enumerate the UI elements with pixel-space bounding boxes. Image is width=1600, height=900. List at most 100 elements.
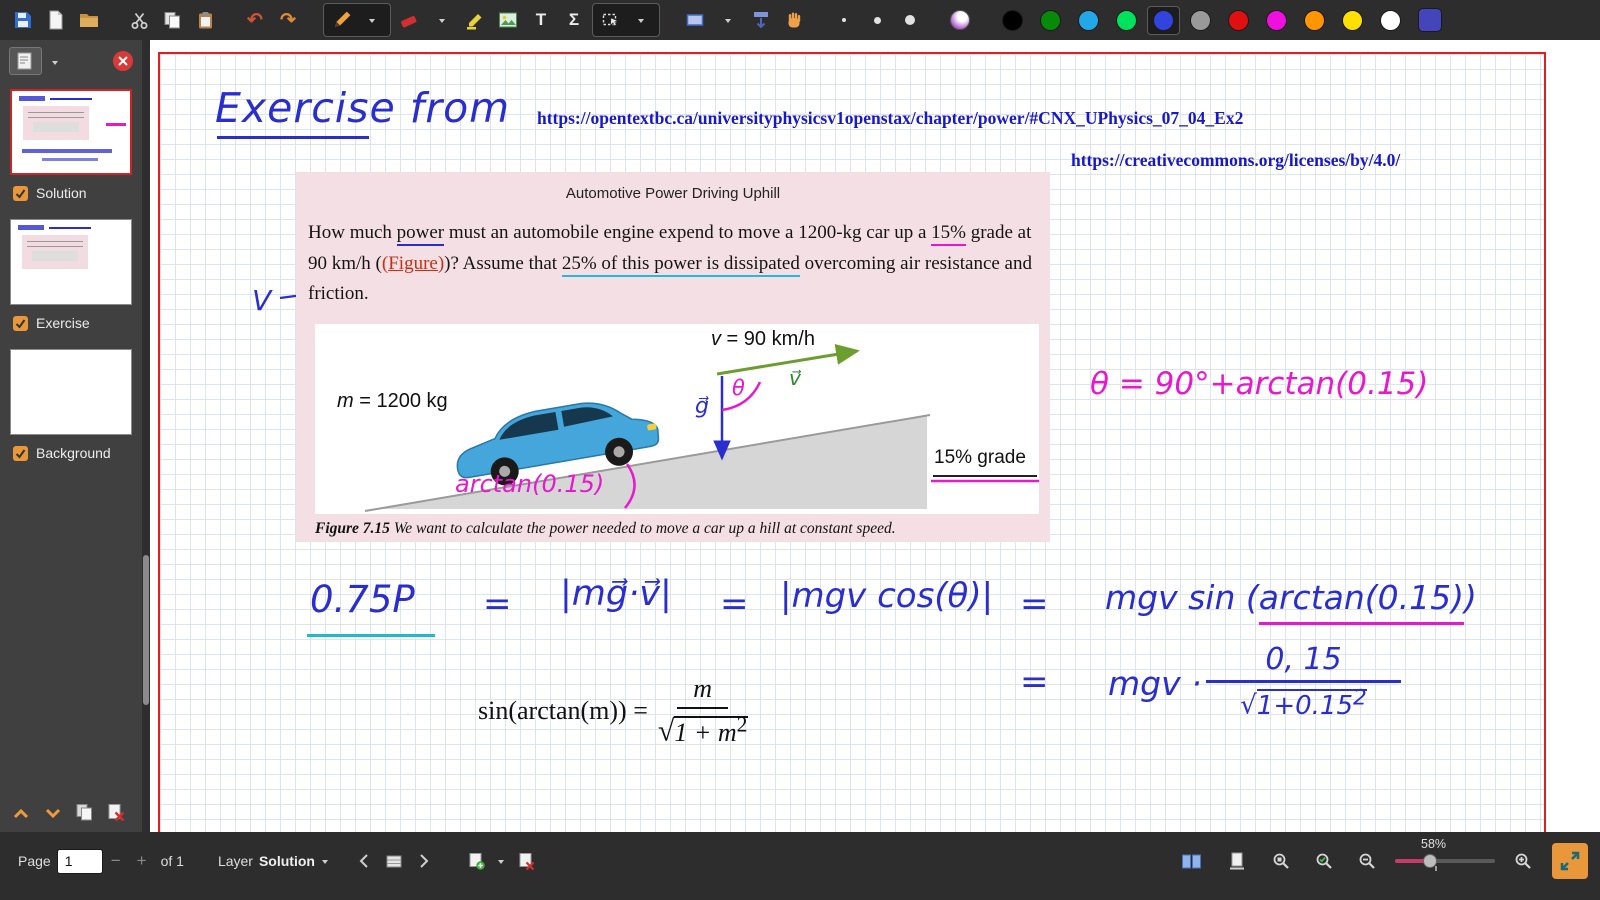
next-layer-button[interactable] (410, 850, 438, 872)
handwritten-fraction: 0, 15 √1+0.152 (1206, 642, 1401, 721)
color-swatch-green[interactable] (1040, 10, 1061, 31)
move-layer-up-button[interactable] (9, 802, 33, 824)
page-number-input[interactable] (57, 849, 103, 874)
check-icon (15, 318, 26, 329)
text-tool-button[interactable]: T (526, 5, 556, 35)
single-page-view-button[interactable] (1221, 849, 1253, 873)
color-swatch-orange[interactable] (1304, 10, 1325, 31)
chevron-right-icon (416, 852, 432, 870)
layer-checkbox-checked[interactable] (13, 186, 28, 201)
layer-thumbnail-background[interactable] (10, 349, 132, 435)
color-swatch-black[interactable] (1002, 10, 1023, 31)
document-page[interactable]: Exercise from https://opentextbc.ca/univ… (158, 52, 1546, 832)
sidebar-scrollbar[interactable] (142, 40, 150, 832)
layer-label: Background (36, 445, 111, 461)
save-button[interactable] (8, 5, 38, 35)
previous-layer-button[interactable] (350, 850, 378, 872)
text-icon: T (536, 10, 546, 30)
color-swatch-magenta[interactable] (1266, 10, 1287, 31)
delete-layer-button[interactable] (510, 850, 542, 873)
check-icon (15, 448, 26, 459)
insert-image-button[interactable] (493, 5, 523, 35)
copy-icon (75, 803, 94, 822)
grade-15-underlined: 15% (931, 222, 966, 246)
zoom-controls: 58% (1175, 849, 1538, 873)
undo-button[interactable]: ↶ (240, 5, 270, 35)
sidebar-mode-dropdown[interactable] (48, 50, 62, 73)
color-wheel-icon (950, 10, 970, 30)
hand-tool-button[interactable] (779, 5, 809, 35)
fine-dot-icon (842, 18, 846, 22)
duplicate-layer-button[interactable] (73, 801, 96, 824)
copy-button[interactable] (157, 5, 187, 35)
add-layer-button[interactable] (460, 850, 492, 873)
delete-layer-button[interactable] (104, 801, 128, 824)
vertical-space-button[interactable] (746, 5, 776, 35)
color-swatch-blue-selected[interactable] (1153, 10, 1174, 31)
chevron-down-icon (725, 19, 731, 26)
layer-row-exercise[interactable]: Exercise (13, 315, 133, 331)
zoom-slider-track[interactable] (1395, 859, 1495, 863)
layer-row-solution[interactable]: Solution (13, 185, 133, 201)
layer-overview-button[interactable] (378, 850, 410, 873)
new-file-button[interactable] (41, 5, 71, 35)
layer-thumbnail-exercise[interactable] (10, 219, 132, 305)
thumb-heading-mark (18, 225, 44, 230)
zoom-fit-icon (1272, 852, 1290, 870)
next-page-button[interactable]: + (129, 851, 155, 871)
eraser-button[interactable] (394, 5, 424, 35)
thickness-medium-button[interactable] (862, 5, 892, 35)
layer-row-background[interactable]: Background (13, 445, 133, 461)
single-page-icon (1227, 851, 1247, 871)
canvas-area[interactable]: Exercise from https://opentextbc.ca/univ… (150, 40, 1600, 832)
custom-color-button[interactable] (1418, 8, 1442, 32)
thickness-thick-button[interactable] (895, 5, 925, 35)
zoom-100-button[interactable] (1309, 850, 1339, 872)
select-button[interactable] (596, 5, 626, 35)
dissipated-underlined: 25% of this power is dissipated (562, 253, 800, 277)
velocity-label: v = 90 km/h (711, 328, 815, 351)
zoom-in-button[interactable] (1508, 850, 1538, 872)
open-folder-button[interactable] (74, 5, 104, 35)
thickness-fine-button[interactable] (829, 5, 859, 35)
pen-options-dropdown[interactable] (357, 5, 387, 35)
paste-button[interactable] (190, 5, 220, 35)
license-url: https://creativecommons.org/licenses/by/… (1071, 150, 1400, 171)
shape-options-dropdown[interactable] (713, 5, 743, 35)
color-swatch-lightblue[interactable] (1078, 10, 1099, 31)
annotation-v: V (252, 284, 271, 317)
layer-select-dropdown[interactable]: Solution (259, 853, 328, 869)
scrollbar-thumb[interactable] (143, 555, 149, 705)
layer-checkbox-checked[interactable] (13, 316, 28, 331)
layer-checkbox-checked[interactable] (13, 446, 28, 461)
move-layer-down-button[interactable] (41, 802, 65, 824)
color-swatch-red[interactable] (1228, 10, 1249, 31)
color-wheel-button[interactable] (945, 5, 975, 35)
eraser-options-dropdown[interactable] (427, 5, 457, 35)
zoom-fit-button[interactable] (1266, 850, 1296, 872)
layer-action-dropdown[interactable] (492, 856, 510, 867)
color-swatch-gray[interactable] (1190, 10, 1211, 31)
dual-page-view-button[interactable] (1175, 850, 1208, 873)
shape-tool-button[interactable] (680, 5, 710, 35)
highlighter-button[interactable] (460, 5, 490, 35)
rectangle-shape-icon (685, 10, 705, 30)
math-tex-button[interactable]: Σ (559, 5, 589, 35)
pen-button[interactable] (327, 5, 357, 35)
cut-button[interactable] (124, 5, 154, 35)
select-options-dropdown[interactable] (626, 5, 656, 35)
sidebar-close-button[interactable] (113, 51, 133, 71)
grade-label: 15% grade (934, 447, 1026, 469)
zoom-out-button[interactable] (1352, 850, 1382, 872)
sidebar-preview-mode-button[interactable] (9, 47, 42, 75)
previous-page-button[interactable]: − (103, 851, 129, 871)
zoom-slider[interactable]: 58% (1395, 854, 1495, 868)
layer-label: Solution (36, 185, 87, 201)
layer-thumbnail-solution[interactable] (10, 89, 132, 175)
redo-button[interactable]: ↷ (273, 5, 303, 35)
color-swatch-yellow[interactable] (1342, 10, 1363, 31)
color-swatch-white[interactable] (1380, 10, 1401, 31)
color-swatch-brightgreen[interactable] (1116, 10, 1137, 31)
fullscreen-button[interactable] (1552, 843, 1588, 879)
pen-icon (332, 10, 352, 30)
